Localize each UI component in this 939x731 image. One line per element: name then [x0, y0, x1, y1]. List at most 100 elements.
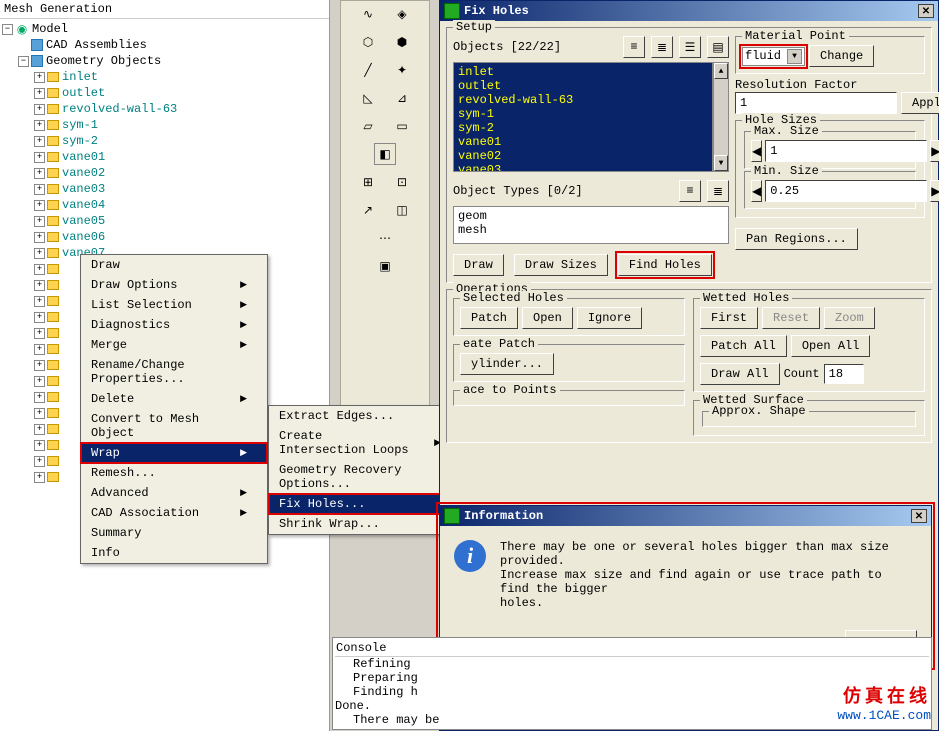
patch-all-button[interactable]: Patch All — [700, 335, 787, 357]
menu-item-remesh-[interactable]: Remesh... — [81, 463, 267, 483]
filter-button[interactable]: ▤ — [707, 36, 729, 58]
patch-button[interactable]: Patch — [460, 307, 518, 329]
menu-item-extract-edges-[interactable]: Extract Edges... — [269, 406, 461, 426]
material-select[interactable]: fluid ▼ — [742, 47, 805, 66]
tree-item[interactable]: +outlet — [2, 85, 327, 101]
filter-button[interactable]: ≣ — [707, 180, 729, 202]
tree-item[interactable]: +sym-1 — [2, 117, 327, 133]
menu-item-delete[interactable]: Delete▶ — [81, 389, 267, 409]
titlebar[interactable]: Information ✕ — [440, 506, 931, 526]
tree-item[interactable]: +vane03 — [2, 181, 327, 197]
tree-row[interactable]: − ◉ Model — [2, 21, 327, 37]
tool-icon[interactable]: ⊿ — [391, 87, 413, 109]
tool-icon[interactable]: ▱ — [357, 115, 379, 137]
ignore-button[interactable]: Ignore — [577, 307, 642, 329]
list-item[interactable]: outlet — [456, 79, 710, 93]
menu-item-cad-association[interactable]: CAD Association▶ — [81, 503, 267, 523]
expand-icon[interactable]: + — [34, 376, 45, 387]
menu-item-create-intersection-loops[interactable]: Create Intersection Loops▶ — [269, 426, 461, 460]
pan-regions-button[interactable]: Pan Regions... — [735, 228, 858, 250]
expand-icon[interactable]: + — [34, 456, 45, 467]
close-icon[interactable]: ✕ — [918, 4, 934, 18]
tool-icon[interactable]: ∿ — [357, 3, 379, 25]
list-item[interactable]: revolved-wall-63 — [456, 93, 710, 107]
tree-row[interactable]: − Geometry Objects — [2, 53, 327, 69]
list-item[interactable]: vane02 — [456, 149, 710, 163]
expand-icon[interactable]: + — [34, 280, 45, 291]
next-button[interactable]: ▶ — [930, 140, 939, 162]
reset-button[interactable]: Reset — [762, 307, 820, 329]
draw-sizes-button[interactable]: Draw Sizes — [514, 254, 608, 276]
tree-item[interactable]: +vane06 — [2, 229, 327, 245]
expand-icon[interactable]: + — [34, 248, 45, 259]
menu-item-summary[interactable]: Summary — [81, 523, 267, 543]
filter-button[interactable]: ≡ — [623, 36, 645, 58]
tree-item[interactable]: +revolved-wall-63 — [2, 101, 327, 117]
resolution-input[interactable] — [735, 92, 897, 114]
expand-icon[interactable]: + — [34, 216, 45, 227]
first-button[interactable]: First — [700, 307, 758, 329]
list-item[interactable]: mesh — [456, 223, 726, 237]
expand-icon[interactable]: + — [34, 440, 45, 451]
min-size-input[interactable] — [765, 180, 927, 202]
list-item[interactable]: vane01 — [456, 135, 710, 149]
menu-item-geometry-recovery-options-[interactable]: Geometry Recovery Options... — [269, 460, 461, 494]
tool-icon[interactable]: ◫ — [391, 199, 413, 221]
expand-icon[interactable]: + — [34, 344, 45, 355]
tool-icon[interactable]: ⋯ — [374, 227, 396, 249]
prev-button[interactable]: ◀ — [751, 180, 762, 202]
expand-icon[interactable]: + — [34, 136, 45, 147]
menu-item-wrap[interactable]: Wrap▶ — [81, 443, 267, 463]
expand-icon[interactable]: + — [34, 152, 45, 163]
tool-icon[interactable]: ⬢ — [391, 31, 413, 53]
tool-icon[interactable]: ◈ — [391, 3, 413, 25]
objects-listbox[interactable]: inletoutletrevolved-wall-63sym-1sym-2van… — [453, 62, 713, 172]
expand-icon[interactable]: + — [34, 184, 45, 195]
line-icon[interactable]: ╱ — [357, 59, 379, 81]
draw-button[interactable]: Draw — [453, 254, 504, 276]
expand-icon[interactable]: + — [34, 360, 45, 371]
expand-icon[interactable]: + — [34, 72, 45, 83]
tree-item[interactable]: +vane05 — [2, 213, 327, 229]
scroll-down-icon[interactable]: ▼ — [714, 155, 728, 171]
expand-icon[interactable]: + — [34, 168, 45, 179]
apply-button[interactable]: Apply — [901, 92, 939, 114]
menu-item-draw[interactable]: Draw — [81, 255, 267, 275]
list-item[interactable]: sym-2 — [456, 121, 710, 135]
expand-icon[interactable]: + — [34, 328, 45, 339]
tool-icon[interactable]: ▣ — [374, 255, 396, 277]
menu-item-fix-holes-[interactable]: Fix Holes... — [269, 494, 461, 514]
expand-icon[interactable]: + — [34, 232, 45, 243]
expand-icon[interactable]: + — [34, 392, 45, 403]
expand-icon[interactable]: + — [34, 472, 45, 483]
menu-item-rename-change-properties-[interactable]: Rename/Change Properties... — [81, 355, 267, 389]
menu-item-info[interactable]: Info — [81, 543, 267, 563]
scroll-up-icon[interactable]: ▲ — [714, 63, 728, 79]
list-item[interactable]: geom — [456, 209, 726, 223]
chevron-down-icon[interactable]: ▼ — [787, 49, 802, 64]
change-button[interactable]: Change — [809, 45, 874, 67]
cylinder-button[interactable]: ylinder... — [460, 353, 554, 375]
collapse-icon[interactable]: − — [18, 56, 29, 67]
expand-icon[interactable]: + — [34, 200, 45, 211]
find-holes-button[interactable]: Find Holes — [618, 254, 712, 276]
tree-item[interactable]: +inlet — [2, 69, 327, 85]
tool-icon[interactable]: ⊞ — [357, 171, 379, 193]
count-input[interactable] — [824, 364, 864, 384]
close-icon[interactable]: ✕ — [911, 509, 927, 523]
collapse-icon[interactable]: − — [2, 24, 13, 35]
expand-icon[interactable]: + — [34, 408, 45, 419]
titlebar[interactable]: Fix Holes ✕ — [440, 1, 938, 21]
expand-icon[interactable]: + — [34, 264, 45, 275]
menu-item-merge[interactable]: Merge▶ — [81, 335, 267, 355]
menu-item-draw-options[interactable]: Draw Options▶ — [81, 275, 267, 295]
expand-icon[interactable]: + — [34, 424, 45, 435]
tree-item[interactable]: +vane04 — [2, 197, 327, 213]
menu-item-diagnostics[interactable]: Diagnostics▶ — [81, 315, 267, 335]
tool-icon[interactable]: ✦ — [391, 59, 413, 81]
tree-item[interactable]: +vane02 — [2, 165, 327, 181]
max-size-input[interactable] — [765, 140, 927, 162]
expand-icon[interactable]: + — [34, 120, 45, 131]
list-item[interactable]: vane03 — [456, 163, 710, 172]
menu-item-advanced[interactable]: Advanced▶ — [81, 483, 267, 503]
